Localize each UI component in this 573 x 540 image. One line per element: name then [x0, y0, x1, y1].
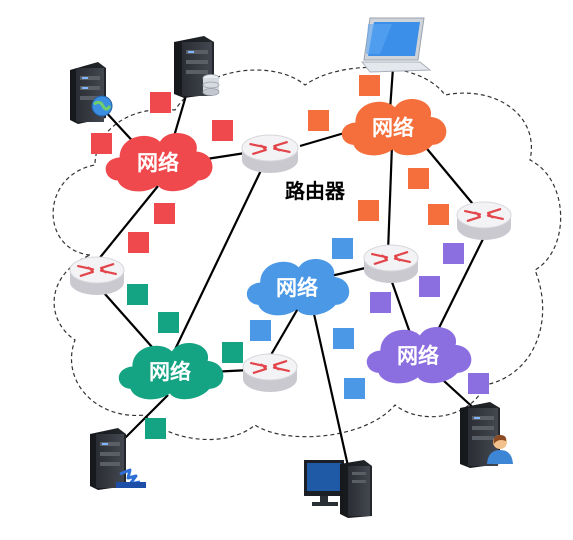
diagram-canvas: 网络网络网络网络网络 路由器 — [52, 17, 562, 518]
server-database-icon — [174, 36, 220, 98]
network-cloud-blue: 网络 — [246, 259, 350, 316]
data-packet-icon — [145, 418, 166, 439]
data-packet-icon — [250, 320, 271, 341]
router-icon — [242, 353, 298, 392]
data-packet-icon — [344, 378, 365, 399]
data-packet-icon — [91, 133, 112, 154]
network-cloud-red: 网络 — [105, 133, 213, 192]
router-icon — [69, 256, 125, 295]
data-packet-icon — [468, 373, 489, 394]
network-label: 网络 — [276, 276, 318, 300]
data-packet-icon — [222, 342, 243, 363]
data-packet-icon — [332, 238, 353, 259]
network-cloud-purple: 网络 — [366, 327, 472, 384]
data-packet-icon — [128, 232, 149, 253]
data-packet-icon — [212, 120, 233, 141]
data-packet-icon — [358, 200, 379, 221]
network-cloud-green: 网络 — [118, 343, 224, 400]
data-packet-icon — [408, 168, 429, 189]
network-label: 网络 — [149, 360, 191, 384]
desktop-computer-icon — [304, 460, 372, 518]
data-packet-icon — [150, 92, 171, 113]
router-label: 路由器 — [285, 179, 346, 203]
data-packet-icon — [359, 75, 380, 96]
router-icon — [456, 201, 512, 240]
server-network-icon — [90, 428, 146, 490]
laptop-icon — [360, 17, 432, 73]
network-label: 网络 — [397, 344, 439, 368]
data-packet-icon — [333, 328, 354, 349]
data-packet-icon — [428, 204, 449, 225]
network-label: 网络 — [372, 116, 414, 140]
network-diagram: 网络 网络 网络 网络 网络 路由器 — [0, 0, 573, 535]
data-packet-icon — [370, 292, 391, 313]
network-label: 网络 — [137, 151, 179, 175]
router-icon — [241, 134, 299, 173]
data-packet-icon — [443, 243, 464, 264]
data-packet-icon — [308, 110, 329, 131]
data-packet-icon — [127, 284, 148, 305]
server-globe-icon — [70, 62, 113, 124]
data-packet-icon — [419, 276, 440, 297]
data-packet-icon — [154, 203, 175, 224]
network-cloud-orange: 网络 — [341, 99, 447, 156]
data-packet-icon — [158, 312, 179, 333]
server-user-icon — [460, 402, 513, 468]
router-icon — [363, 244, 419, 283]
